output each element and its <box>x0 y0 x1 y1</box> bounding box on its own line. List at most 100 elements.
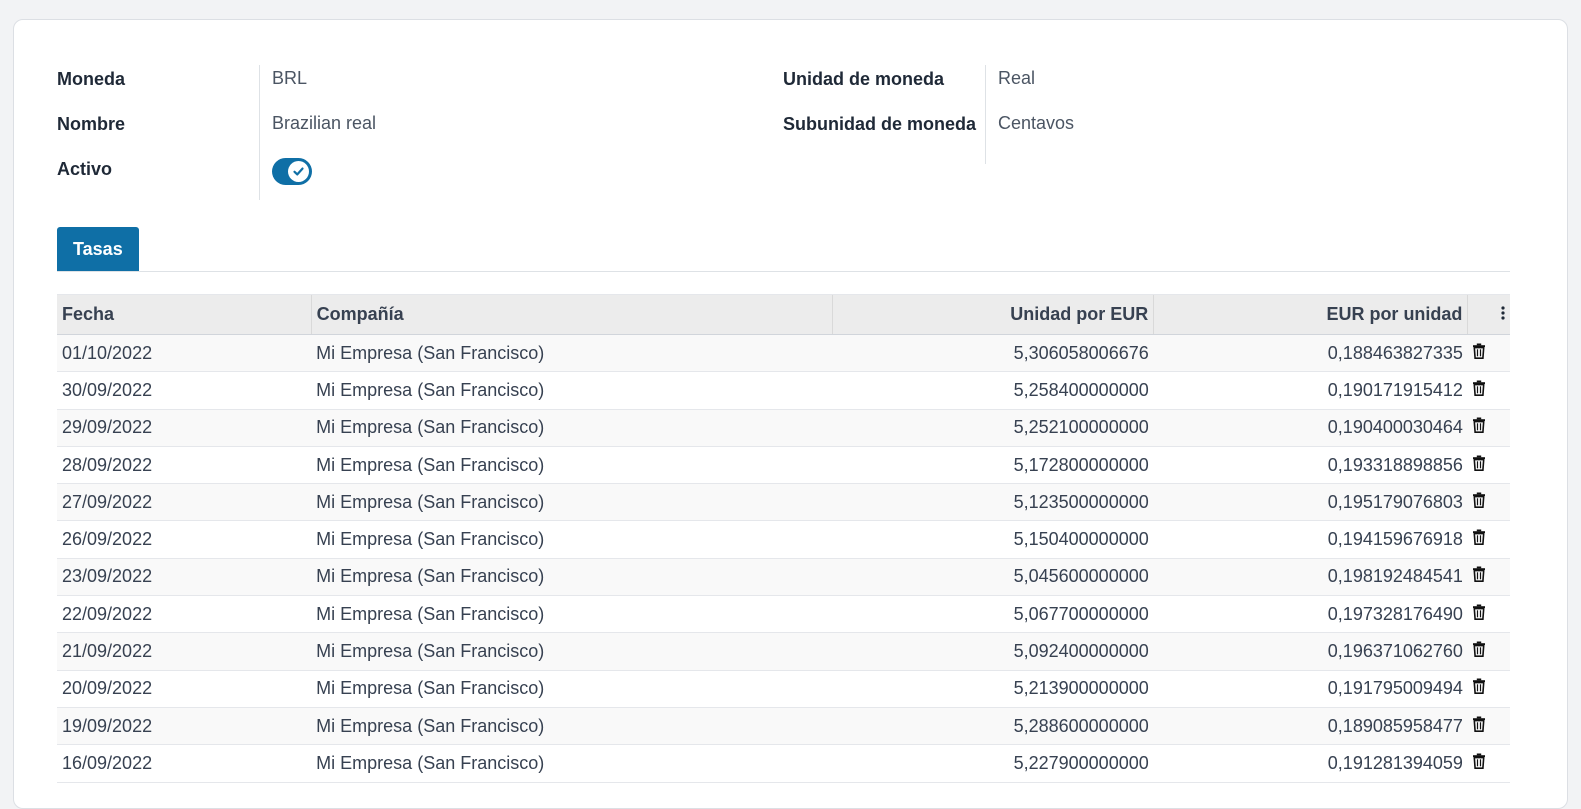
eur-per-unit-cell[interactable]: 0,190171915412 <box>1153 371 1468 410</box>
form-sheet: Moneda BRL Nombre Brazilian real Activo … <box>13 19 1568 809</box>
date-cell[interactable]: 01/10/2022 <box>57 334 312 373</box>
delete-row-button[interactable] <box>1467 670 1510 708</box>
table-row[interactable]: 27/09/2022 Mi Empresa (San Francisco) 5,… <box>57 483 1510 522</box>
company-cell[interactable]: Mi Empresa (San Francisco) <box>311 446 833 485</box>
delete-row-button[interactable] <box>1467 371 1510 410</box>
unit-per-eur-cell[interactable]: 5,172800000000 <box>832 446 1154 485</box>
date-cell[interactable]: 21/09/2022 <box>57 632 312 671</box>
trash-icon <box>1472 753 1486 773</box>
table-row[interactable]: 19/09/2022 Mi Empresa (San Francisco) 5,… <box>57 707 1510 746</box>
column-options-button[interactable] <box>1467 294 1510 335</box>
company-cell[interactable]: Mi Empresa (San Francisco) <box>311 483 833 522</box>
field-moneda: Moneda BRL <box>57 65 757 110</box>
delete-row-button[interactable] <box>1467 632 1510 671</box>
column-header-fecha[interactable]: Fecha <box>57 294 312 335</box>
date-cell[interactable]: 27/09/2022 <box>57 483 312 522</box>
active-toggle[interactable] <box>272 158 312 185</box>
delete-row-button[interactable] <box>1467 744 1510 783</box>
company-cell[interactable]: Mi Empresa (San Francisco) <box>311 744 833 783</box>
table-row[interactable]: 30/09/2022 Mi Empresa (San Francisco) 5,… <box>57 371 1510 410</box>
eur-per-unit-cell[interactable]: 0,188463827335 <box>1153 334 1468 373</box>
field-subunidad: Subunidad de moneda Centavos <box>783 110 1483 164</box>
table-row[interactable]: 21/09/2022 Mi Empresa (San Francisco) 5,… <box>57 632 1510 671</box>
table-row[interactable]: 28/09/2022 Mi Empresa (San Francisco) 5,… <box>57 446 1510 485</box>
table-row[interactable]: 01/10/2022 Mi Empresa (San Francisco) 5,… <box>57 334 1510 373</box>
column-header-eur-por-unidad[interactable]: EUR por unidad <box>1153 294 1468 335</box>
eur-per-unit-cell[interactable]: 0,190400030464 <box>1153 409 1468 447</box>
date-cell[interactable]: 28/09/2022 <box>57 446 312 485</box>
company-cell[interactable]: Mi Empresa (San Francisco) <box>311 409 833 447</box>
company-cell[interactable]: Mi Empresa (San Francisco) <box>311 558 833 597</box>
date-cell[interactable]: 29/09/2022 <box>57 409 312 447</box>
unit-per-eur-cell[interactable]: 5,045600000000 <box>832 558 1154 597</box>
field-unidad: Unidad de moneda Real <box>783 65 1483 110</box>
field-activo: Activo <box>57 155 757 200</box>
delete-row-button[interactable] <box>1467 520 1510 559</box>
company-cell[interactable]: Mi Empresa (San Francisco) <box>311 595 833 634</box>
eur-per-unit-cell[interactable]: 0,191281394059 <box>1153 744 1468 783</box>
eur-per-unit-cell[interactable]: 0,191795009494 <box>1153 670 1468 708</box>
eur-per-unit-cell[interactable]: 0,197328176490 <box>1153 595 1468 634</box>
field-nombre: Nombre Brazilian real <box>57 110 757 155</box>
date-cell[interactable]: 22/09/2022 <box>57 595 312 634</box>
company-cell[interactable]: Mi Empresa (San Francisco) <box>311 670 833 708</box>
company-cell[interactable]: Mi Empresa (San Francisco) <box>311 371 833 410</box>
trash-icon <box>1472 380 1486 400</box>
company-cell[interactable]: Mi Empresa (San Francisco) <box>311 334 833 373</box>
delete-row-button[interactable] <box>1467 334 1510 373</box>
unit-per-eur-cell[interactable]: 5,288600000000 <box>832 707 1154 746</box>
delete-row-button[interactable] <box>1467 707 1510 746</box>
trash-icon <box>1472 678 1486 698</box>
delete-row-button[interactable] <box>1467 483 1510 522</box>
company-cell[interactable]: Mi Empresa (San Francisco) <box>311 632 833 671</box>
tab-tasas[interactable]: Tasas <box>57 227 139 271</box>
eur-per-unit-cell[interactable]: 0,195179076803 <box>1153 483 1468 522</box>
trash-icon <box>1472 566 1486 586</box>
delete-row-button[interactable] <box>1467 409 1510 447</box>
unit-per-eur-cell[interactable]: 5,213900000000 <box>832 670 1154 708</box>
unit-per-eur-cell[interactable]: 5,252100000000 <box>832 409 1154 447</box>
moneda-value[interactable]: BRL <box>259 65 307 110</box>
unit-per-eur-cell[interactable]: 5,227900000000 <box>832 744 1154 783</box>
eur-per-unit-cell[interactable]: 0,189085958477 <box>1153 707 1468 746</box>
eur-per-unit-cell[interactable]: 0,194159676918 <box>1153 520 1468 559</box>
field-label: Nombre <box>57 114 126 134</box>
delete-row-button[interactable] <box>1467 595 1510 634</box>
table-row[interactable]: 23/09/2022 Mi Empresa (San Francisco) 5,… <box>57 558 1510 597</box>
table-row[interactable]: 22/09/2022 Mi Empresa (San Francisco) 5,… <box>57 595 1510 634</box>
table-row[interactable]: 16/09/2022 Mi Empresa (San Francisco) 5,… <box>57 744 1510 783</box>
unit-per-eur-cell[interactable]: 5,150400000000 <box>832 520 1154 559</box>
eur-per-unit-cell[interactable]: 0,198192484541 <box>1153 558 1468 597</box>
column-header-unidad-por-eur[interactable]: Unidad por EUR <box>832 294 1154 335</box>
date-cell[interactable]: 19/09/2022 <box>57 707 312 746</box>
unit-per-eur-cell[interactable]: 5,306058006676 <box>832 334 1154 373</box>
trash-icon <box>1472 641 1486 661</box>
unidad-value[interactable]: Real <box>985 65 1035 110</box>
date-cell[interactable]: 26/09/2022 <box>57 520 312 559</box>
date-cell[interactable]: 23/09/2022 <box>57 558 312 597</box>
column-header-compania[interactable]: Compañía <box>310 294 833 335</box>
date-cell[interactable]: 16/09/2022 <box>57 744 312 783</box>
unit-per-eur-cell[interactable]: 5,067700000000 <box>832 595 1154 634</box>
unit-per-eur-cell[interactable]: 5,092400000000 <box>832 632 1154 671</box>
rates-table: Fecha Compañía Unidad por EUR EUR por un… <box>57 294 1510 783</box>
company-cell[interactable]: Mi Empresa (San Francisco) <box>311 520 833 559</box>
date-cell[interactable]: 30/09/2022 <box>57 371 312 410</box>
table-row[interactable]: 20/09/2022 Mi Empresa (San Francisco) 5,… <box>57 670 1510 708</box>
form-left-group: Moneda BRL Nombre Brazilian real Activo <box>57 65 757 200</box>
nombre-value[interactable]: Brazilian real <box>259 110 376 155</box>
field-label: Activo <box>57 159 113 179</box>
trash-icon <box>1472 343 1486 363</box>
delete-row-button[interactable] <box>1467 558 1510 597</box>
table-row[interactable]: 26/09/2022 Mi Empresa (San Francisco) 5,… <box>57 520 1510 559</box>
date-cell[interactable]: 20/09/2022 <box>57 670 312 708</box>
delete-row-button[interactable] <box>1467 446 1510 485</box>
unit-per-eur-cell[interactable]: 5,123500000000 <box>832 483 1154 522</box>
field-label: Subunidad de moneda <box>783 114 977 134</box>
subunidad-value[interactable]: Centavos <box>985 110 1074 164</box>
unit-per-eur-cell[interactable]: 5,258400000000 <box>832 371 1154 410</box>
eur-per-unit-cell[interactable]: 0,196371062760 <box>1153 632 1468 671</box>
company-cell[interactable]: Mi Empresa (San Francisco) <box>311 707 833 746</box>
eur-per-unit-cell[interactable]: 0,193318898856 <box>1153 446 1468 485</box>
table-row[interactable]: 29/09/2022 Mi Empresa (San Francisco) 5,… <box>57 409 1510 447</box>
